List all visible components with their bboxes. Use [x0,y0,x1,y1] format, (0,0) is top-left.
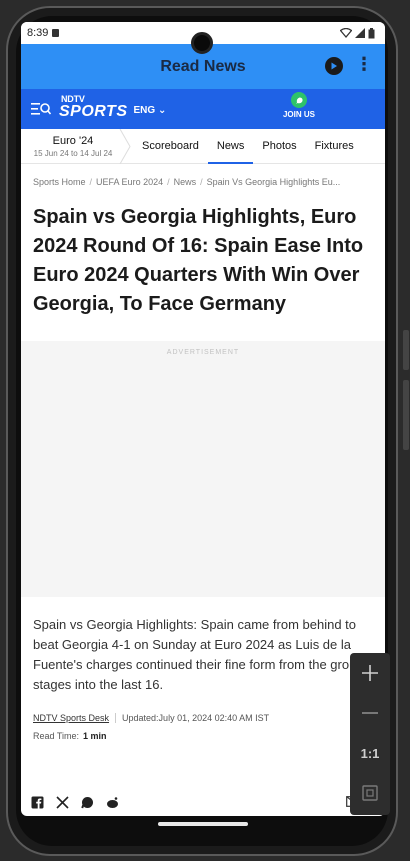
signal-icon [355,28,365,38]
breadcrumb-item[interactable]: UEFA Euro 2024 [96,177,163,187]
ndtv-sports-logo[interactable]: NDTV SPORTS [59,94,128,121]
front-camera [191,32,213,54]
join-us-button[interactable]: JOIN US [279,92,319,119]
event-title: Euro '24 [52,135,94,147]
article-headline: Spain vs Georgia Highlights, Euro 2024 R… [33,206,364,315]
breadcrumb-item[interactable]: News [174,177,197,187]
meta-divider [115,713,117,723]
floating-toolbar: 1:1 [350,653,390,815]
fit-screen-icon[interactable] [350,773,390,813]
read-time: Read Time: 1 min [21,723,385,741]
x-icon[interactable] [56,796,69,809]
volume-up-button [403,330,409,370]
brand-small-text: NDTV [61,94,85,104]
more-options-icon[interactable]: ⋮ [355,55,373,73]
advertisement-label: ADVERTISEMENT [166,349,240,356]
advertisement-slot: ADVERTISEMENT [21,341,385,597]
zoom-reset-button[interactable]: 1:1 [350,733,390,773]
section-tabs: Euro '24 15 Jun 24 to 14 Jul 24 Scoreboa… [21,129,385,164]
sd-card-icon [52,29,60,37]
phone-screen: 8:39 Read News ⋮ NDTV SPORTS ENG ⌄ JOIN … [21,22,385,816]
app-bar-title: Read News [160,57,246,75]
chevron-down-icon: ⌄ [157,105,167,116]
language-label: ENG [133,105,156,116]
tab-photos[interactable]: Photos [253,129,305,163]
language-selector[interactable]: ENG ⌄ [134,105,167,116]
reddit-icon[interactable] [106,796,119,809]
read-time-value: 1 min [83,731,107,741]
updated-time: Updated:July 01, 2024 02:40 AM IST [122,713,270,723]
author-link[interactable]: NDTV Sports Desk [33,713,109,723]
article-meta: NDTV Sports Desk Updated:July 01, 2024 0… [21,695,385,723]
breadcrumb-separator: / [89,177,93,187]
article-summary: Spain vs Georgia Highlights: Spain came … [33,617,364,692]
tab-news[interactable]: News [207,129,254,164]
battery-icon [368,27,375,38]
tab-scoreboard[interactable]: Scoreboard [133,129,208,163]
whatsapp-icon[interactable] [81,796,94,809]
read-time-label: Read Time: [33,731,80,741]
chevron-right-icon [119,129,131,164]
share-bar [31,796,119,809]
volume-down-button [403,380,409,450]
event-selector[interactable]: Euro '24 15 Jun 24 to 14 Jul 24 [21,129,131,164]
whatsapp-icon [291,92,307,108]
site-header: NDTV SPORTS ENG ⌄ JOIN US [21,89,385,129]
wifi-icon [340,28,352,38]
minus-icon[interactable] [350,693,390,733]
breadcrumb-item[interactable]: Sports Home [33,177,86,187]
menu-search-icon[interactable] [31,101,52,117]
breadcrumb-current: Spain Vs Georgia Highlights Eu... [206,177,341,187]
play-icon[interactable] [325,57,343,75]
home-indicator[interactable] [158,822,248,826]
plus-icon[interactable] [350,653,390,693]
tab-fixtures[interactable]: Fixtures [306,129,363,163]
breadcrumb: Sports Home / UEFA Euro 2024/News / Spain Vs… [21,164,385,187]
brand-big-text: SPORTS [59,103,128,120]
facebook-icon[interactable] [31,796,44,809]
breadcrumb-separator: / [167,177,170,187]
status-time: 8:39 [27,27,49,39]
breadcrumb-separator: / [200,177,203,187]
event-dates: 15 Jun 24 to 14 Jul 24 [33,149,113,158]
join-us-label: JOIN US [282,110,315,119]
